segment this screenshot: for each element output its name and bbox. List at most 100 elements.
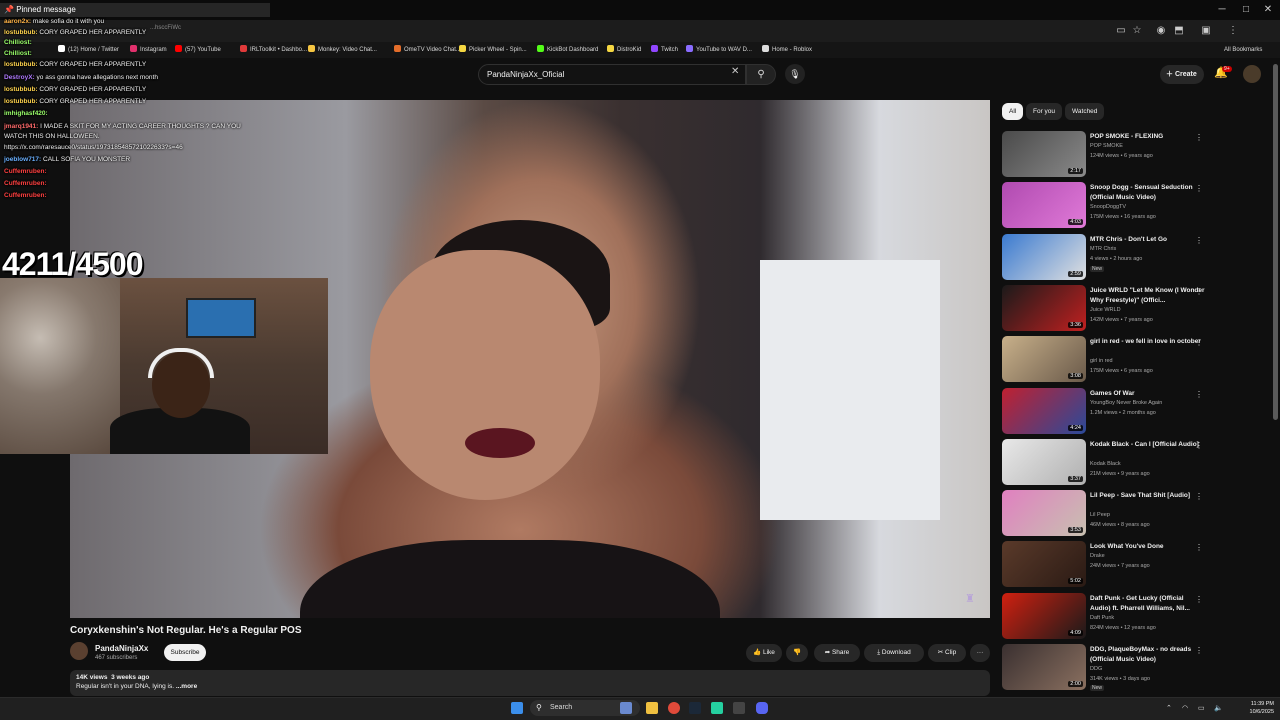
recommendation-title[interactable]: Juice WRLD "Let Me Know (I Wonder Why Fr… [1090,286,1205,306]
maximize-icon[interactable]: □ [1236,2,1256,18]
recommendation-thumbnail[interactable]: 2:17 [1002,131,1086,177]
recommendation-thumbnail[interactable]: 2:59 [1002,233,1086,280]
recommendation-channel[interactable]: POP SMOKE [1090,143,1123,149]
app-icon[interactable] [711,702,723,714]
recommendation-title[interactable]: Snoop Dogg - Sensual Seduction (Official… [1090,183,1205,203]
recommendation-thumbnail[interactable]: 4:24 [1002,387,1086,434]
bookmark-item[interactable]: Monkey: Video Chat... [308,45,377,55]
recommendation-card[interactable]: 4:03 Snoop Dogg - Sensual Seduction (Offi… [1002,182,1272,232]
recommendation-title[interactable]: MTR Chris - Don't Let Go [1090,235,1205,245]
share-button[interactable]: ➦ Share [814,644,860,662]
tray-chevron-icon[interactable]: ⌃ [1166,704,1172,712]
download-button[interactable]: ⤓ Download [864,644,924,662]
subscribe-button[interactable]: Subscribe [164,644,206,661]
bookmark-star-icon[interactable]: ☆ [1130,24,1144,38]
file-explorer-icon[interactable] [646,702,658,714]
recommendation-card[interactable]: 5:02 Look What You've Done Drake 24M views … [1002,541,1272,591]
recommendation-title[interactable]: Games Of War [1090,389,1205,399]
bookmark-item[interactable]: OmeTV Video Chat... [394,45,461,55]
recommendation-title[interactable]: girl in red - we fell in love in october [1090,337,1205,347]
close-icon[interactable]: ✕ [1258,2,1278,18]
recommendation-card[interactable]: 4:09 Daft Punk - Get Lucky (Official Audi… [1002,592,1272,643]
avatar[interactable] [1243,65,1261,83]
search-input[interactable]: PandaNinjaXx_Oficial [478,64,746,85]
recommendation-channel[interactable]: Kodak Black [1090,461,1121,467]
more-options-icon[interactable]: ⋮ [1195,236,1203,245]
description-box[interactable]: 14K views 3 weeks ago Regular isn't in y… [70,670,990,696]
recommendation-thumbnail[interactable]: 3:53 [1002,490,1086,537]
clip-button[interactable]: ✂ Clip [928,644,966,662]
extension-icon[interactable]: ◉ [1154,24,1168,38]
volume-icon[interactable]: 🔈 [1214,704,1223,712]
dislike-button[interactable]: 👎 [786,644,808,662]
recommendation-thumbnail[interactable]: 4:03 [1002,182,1086,229]
description-more-link[interactable]: ...more [176,683,197,690]
clear-search-icon[interactable]: ✕ [731,66,743,77]
recommendation-channel[interactable]: MTR Chris [1090,246,1116,252]
recommendation-title[interactable]: Daft Punk - Get Lucky (Official Audio) f… [1090,594,1205,614]
bookmark-item[interactable]: DistroKid [607,45,641,55]
recommendation-thumbnail[interactable]: 4:09 [1002,592,1086,639]
recommendation-card[interactable]: 3:36 Juice WRLD "Let Me Know (I Wonder Wh… [1002,284,1272,335]
create-button[interactable]: ＋ Create [1160,65,1204,84]
puzzle-icon[interactable]: ⬒ [1172,24,1186,38]
recommendation-card[interactable]: 3:53 Lil Peep - Save That Shit [Audio] Lil… [1002,490,1272,540]
chip-for-you[interactable]: For you [1026,103,1063,120]
calculator-icon[interactable] [733,702,745,714]
recommendation-channel[interactable]: Daft Punk [1090,615,1114,621]
recommendation-thumbnail[interactable]: 3:36 [1002,284,1086,331]
chrome-icon[interactable] [668,702,680,714]
more-options-icon[interactable]: ⋮ [1195,338,1203,347]
recommendation-thumbnail[interactable]: 5:02 [1002,541,1086,588]
more-options-icon[interactable]: ⋮ [1195,646,1203,655]
minimize-icon[interactable]: ─ [1212,2,1232,18]
bookmark-item[interactable]: KickBot Dashboard [537,45,598,55]
bookmark-item[interactable]: YouTube to WAV D... [686,45,752,55]
wifi-icon[interactable]: ◠ [1182,704,1188,712]
more-actions-button[interactable]: ··· [970,644,990,662]
chip-watched[interactable]: Watched [1065,103,1105,120]
recommendation-channel[interactable]: SnoopDoggTV [1090,204,1126,210]
bookmark-item[interactable]: Instagram [130,45,167,55]
more-options-icon[interactable]: ⋮ [1195,441,1203,450]
widgets-icon[interactable] [620,702,632,714]
bookmark-item[interactable]: (12) Home / Twitter [58,45,119,55]
all-bookmarks[interactable]: All Bookmarks [1224,45,1262,55]
recommendation-card[interactable]: 2:00 DDG, PlaqueBoyMax - no dreads (Offic… [1002,644,1272,694]
bookmark-item[interactable]: (57) YouTube [175,45,221,55]
more-options-icon[interactable]: ⋮ [1195,287,1203,296]
battery-icon[interactable]: ▭ [1198,704,1205,712]
bookmark-item[interactable]: Twitch [651,45,678,55]
search-button[interactable]: ⚲ [746,64,776,85]
more-options-icon[interactable]: ⋮ [1195,184,1203,193]
recommendation-card[interactable]: 2:17 POP SMOKE - FLEXING POP SMOKE 124M vie… [1002,131,1272,181]
more-options-icon[interactable]: ⋮ [1195,133,1203,142]
recommendation-channel[interactable]: DDG [1090,666,1102,672]
profile-icon[interactable]: ▣ [1199,24,1213,38]
more-options-icon[interactable]: ⋮ [1195,543,1203,552]
discord-icon[interactable] [756,702,768,714]
recommendation-channel[interactable]: Drake [1090,553,1105,559]
recommendation-channel[interactable]: YoungBoy Never Broke Again [1090,400,1162,406]
recommendation-title[interactable]: DDG, PlaqueBoyMax - no dreads (Official … [1090,645,1205,665]
bookmark-item[interactable]: Home - Roblox [762,45,812,55]
system-clock[interactable]: 11:39 PM 10/6/2025 [1238,700,1274,716]
recommendation-title[interactable]: Lil Peep - Save That Shit [Audio] [1090,491,1205,501]
menu-icon[interactable]: ⋮ [1226,24,1240,38]
bookmark-item[interactable]: IRLToolkit • Dashbo... [240,45,307,55]
recommendation-thumbnail[interactable]: 3:37 [1002,438,1086,485]
recommendation-title[interactable]: Kodak Black - Can I [Official Audio] [1090,440,1205,450]
recommendation-channel[interactable]: Lil Peep [1090,512,1110,518]
recommendation-card[interactable]: 3:08 girl in red - we fell in love in oct… [1002,336,1272,386]
like-button[interactable]: 👍 Like [746,644,782,662]
recommendation-card[interactable]: 2:59 MTR Chris - Don't Let Go MTR Chris 4 v… [1002,233,1272,284]
voice-search-button[interactable]: 🎙 [785,64,805,84]
recommendation-title[interactable]: Look What You've Done [1090,542,1205,552]
recommendation-thumbnail[interactable]: 2:00 [1002,644,1086,690]
cast-icon[interactable]: ▭ [1114,24,1128,38]
channel-name[interactable]: PandaNinjaXx [95,644,148,653]
recommendation-card[interactable]: 4:24 Games Of War YoungBoy Never Broke Aga… [1002,387,1272,438]
address-bar[interactable]: ...hsccFiWc [150,25,181,31]
more-options-icon[interactable]: ⋮ [1195,492,1203,501]
recommendation-channel[interactable]: girl in red [1090,358,1113,364]
